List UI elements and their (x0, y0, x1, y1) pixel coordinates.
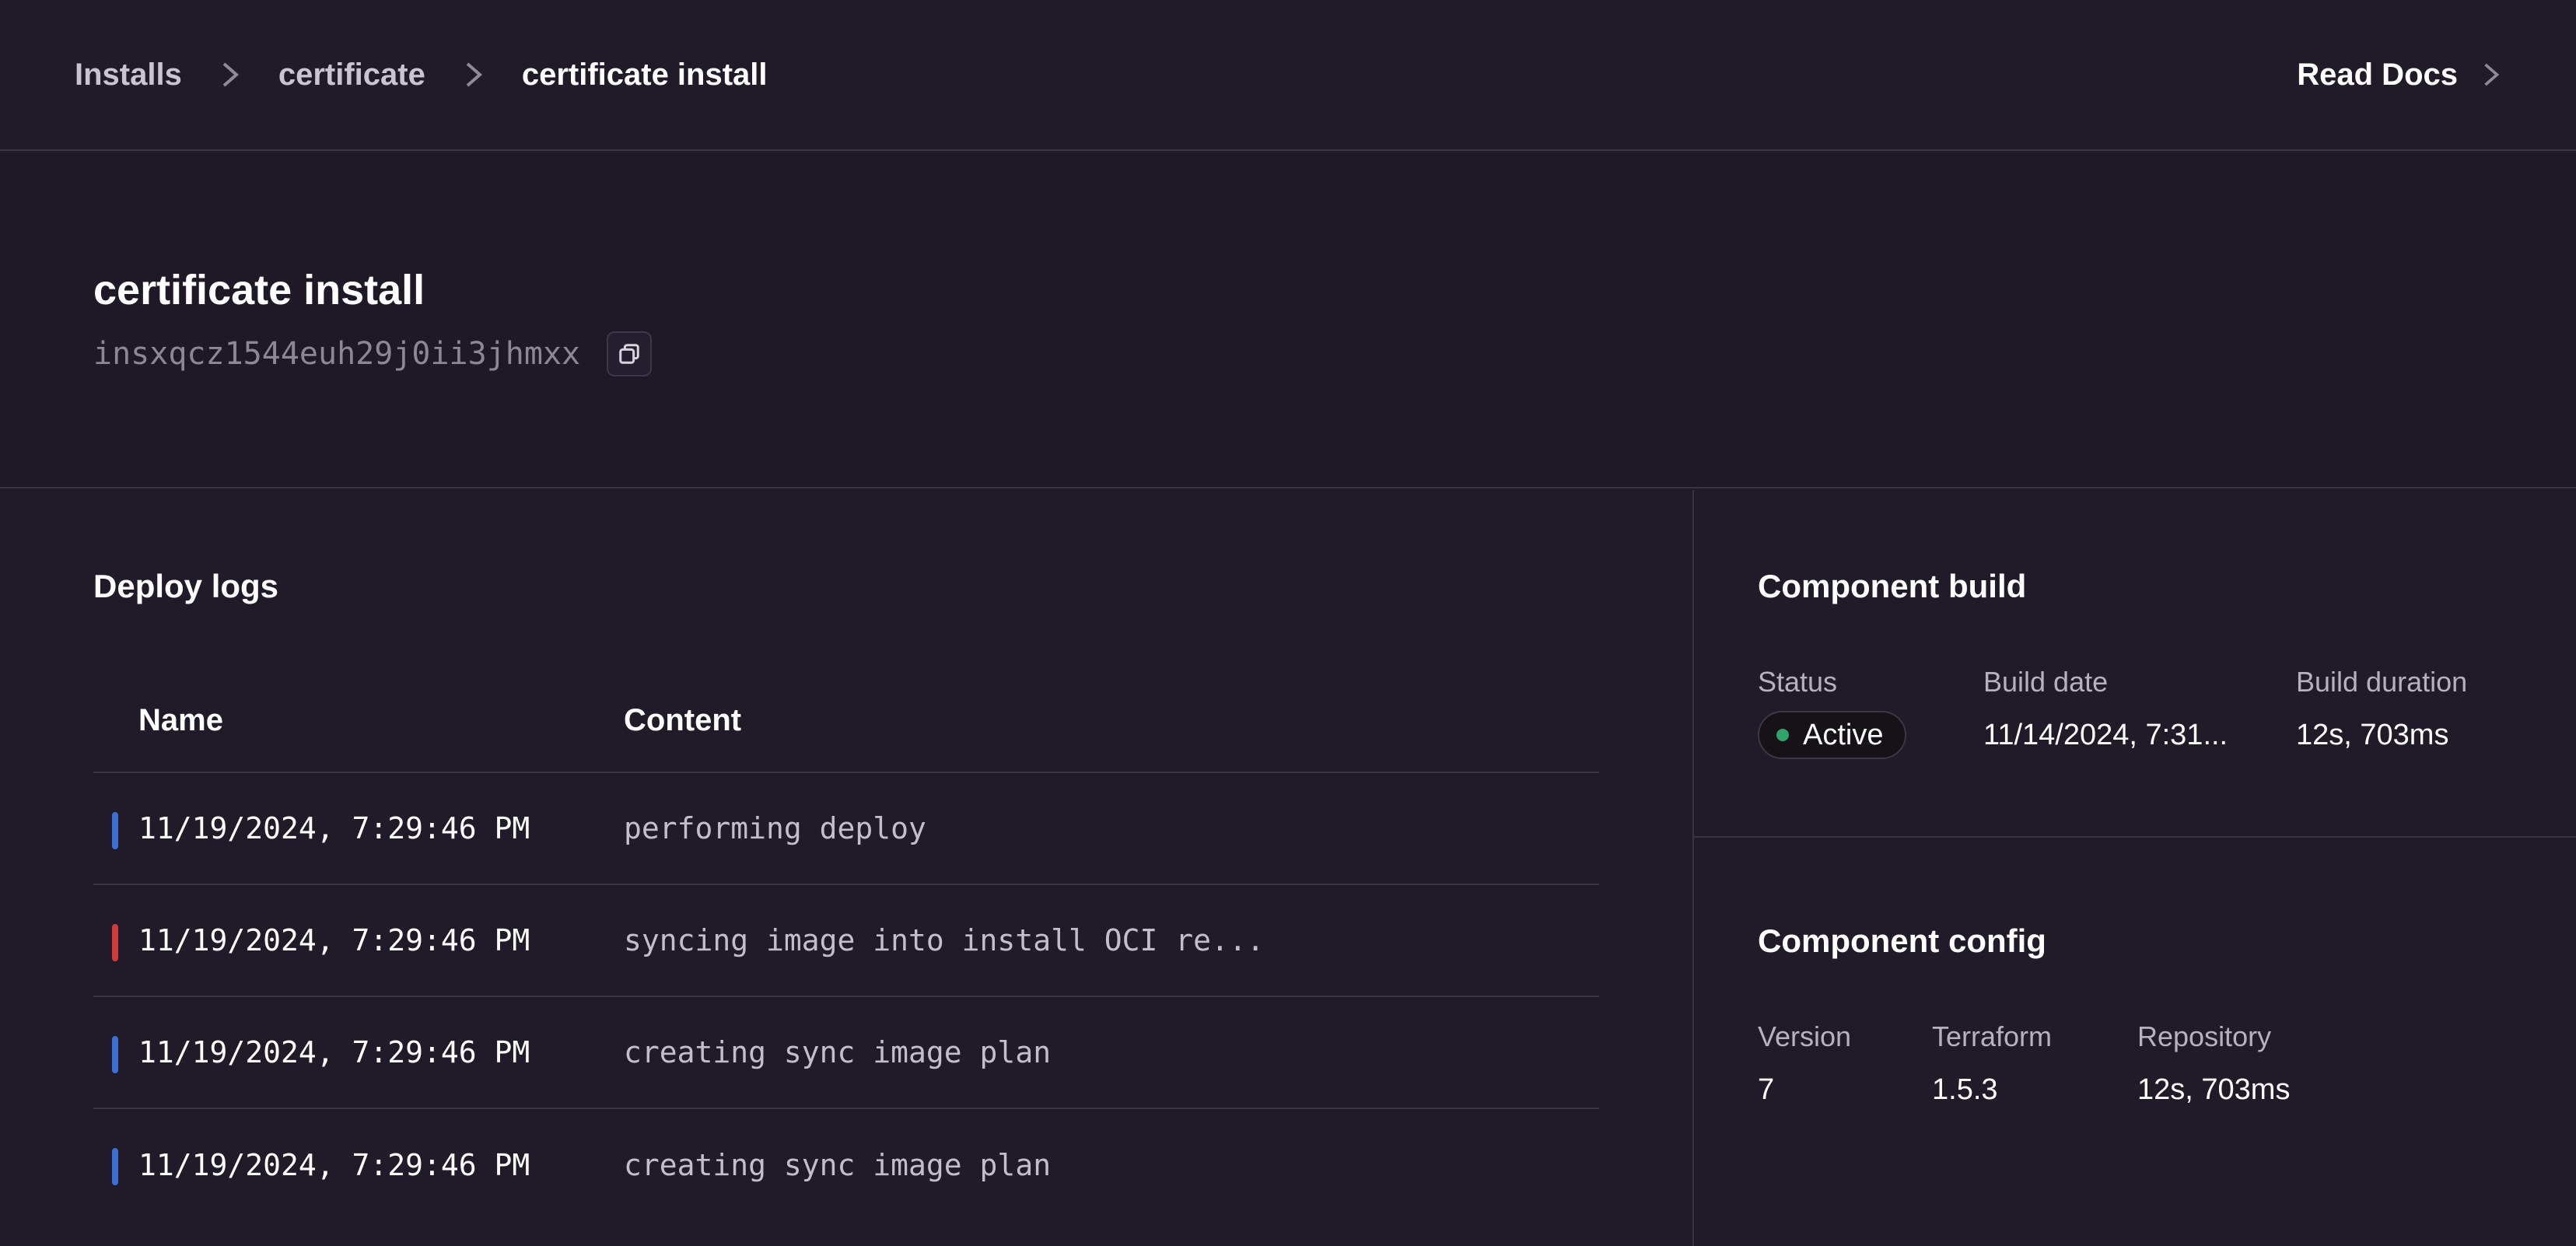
log-level-indicator (112, 1036, 118, 1073)
column-header-name: Name (138, 702, 223, 737)
component-config-title: Component config (1758, 922, 2046, 959)
component-build-title: Component build (1758, 568, 2027, 604)
build-date-value: 11/14/2024, 7:31... (1983, 719, 2228, 751)
log-content: creating sync image plan (624, 1035, 1052, 1069)
chevron-right-icon (219, 61, 241, 89)
status-value: Active (1803, 718, 1884, 751)
log-timestamp: 11/19/2024, 7:29:46 PM (138, 923, 530, 957)
log-content: performing deploy (624, 811, 926, 845)
table-row[interactable]: 11/19/2024, 7:29:46 PM performing deploy (93, 773, 1599, 885)
log-content: creating sync image plan (624, 1148, 1052, 1182)
deploy-logs-title: Deploy logs (93, 568, 279, 604)
build-date: Build date 11/14/2024, 7:31... (1983, 666, 2228, 752)
log-level-indicator (112, 812, 118, 849)
install-id: insxqcz1544euh29j0ii3jhmxx (93, 336, 581, 372)
log-content: syncing image into install OCI re... (624, 923, 1265, 957)
repository-value: 12s, 703ms (2137, 1073, 2291, 1106)
breadcrumb-current: certificate install (521, 57, 768, 92)
repository-label: Repository (2137, 1020, 2272, 1052)
page-title: certificate install (93, 267, 425, 313)
build-date-label: Build date (1983, 666, 2109, 698)
install-id-row: insxqcz1544euh29j0ii3jhmxx (93, 331, 653, 376)
status-dot-icon (1776, 729, 1789, 741)
breadcrumb: Installs certificate certificate install (75, 58, 768, 93)
terraform-value: 1.5.3 (1932, 1073, 1998, 1106)
read-docs-label: Read Docs (2297, 57, 2458, 92)
top-bar: Installs certificate certificate install… (0, 0, 2576, 151)
version-value: 7 (1758, 1073, 1775, 1106)
config-terraform: Terraform 1.5.3 (1932, 1020, 2052, 1107)
config-repository: Repository 12s, 703ms (2137, 1020, 2290, 1107)
column-header-content: Content (624, 702, 742, 737)
build-duration-label: Build duration (2296, 666, 2468, 698)
component-info-panel: Component build Status Active Build date… (1694, 490, 2576, 1246)
table-row[interactable]: 11/19/2024, 7:29:46 PM creating sync ima… (93, 1109, 1599, 1221)
build-duration: Build duration 12s, 703ms (2296, 666, 2467, 752)
deploy-logs-panel: Deploy logs Name Content 11/19/2024, 7:2… (0, 490, 1692, 1246)
log-timestamp: 11/19/2024, 7:29:46 PM (138, 1035, 530, 1069)
log-timestamp: 11/19/2024, 7:29:46 PM (138, 811, 530, 845)
page-header: certificate install insxqcz1544euh29j0ii… (0, 152, 2576, 488)
log-level-indicator (112, 924, 118, 961)
horizontal-divider (1694, 836, 2576, 838)
chevron-right-icon (463, 61, 485, 89)
table-header: Name Content (93, 669, 1599, 773)
status-badge: Active (1758, 711, 1907, 759)
breadcrumb-installs[interactable]: Installs (75, 58, 182, 93)
table-row[interactable]: 11/19/2024, 7:29:46 PM syncing image int… (93, 885, 1599, 997)
config-version: Version 7 (1758, 1020, 1851, 1107)
breadcrumb-certificate[interactable]: certificate (278, 58, 425, 93)
log-level-indicator (112, 1148, 118, 1185)
log-timestamp: 11/19/2024, 7:29:46 PM (138, 1148, 530, 1182)
build-status: Status Active (1758, 666, 1907, 759)
terraform-label: Terraform (1932, 1020, 2053, 1052)
version-label: Version (1758, 1020, 1852, 1052)
copy-id-button[interactable] (607, 331, 653, 376)
build-duration-value: 12s, 703ms (2296, 719, 2449, 751)
table-row[interactable]: 11/19/2024, 7:29:46 PM creating sync ima… (93, 997, 1599, 1109)
status-label: Status (1758, 666, 1838, 698)
copy-icon (619, 344, 639, 364)
chevron-right-icon (2484, 63, 2500, 86)
read-docs-link[interactable]: Read Docs (2297, 58, 2501, 93)
deploy-logs-table: Name Content 11/19/2024, 7:29:46 PM perf… (93, 669, 1599, 1221)
